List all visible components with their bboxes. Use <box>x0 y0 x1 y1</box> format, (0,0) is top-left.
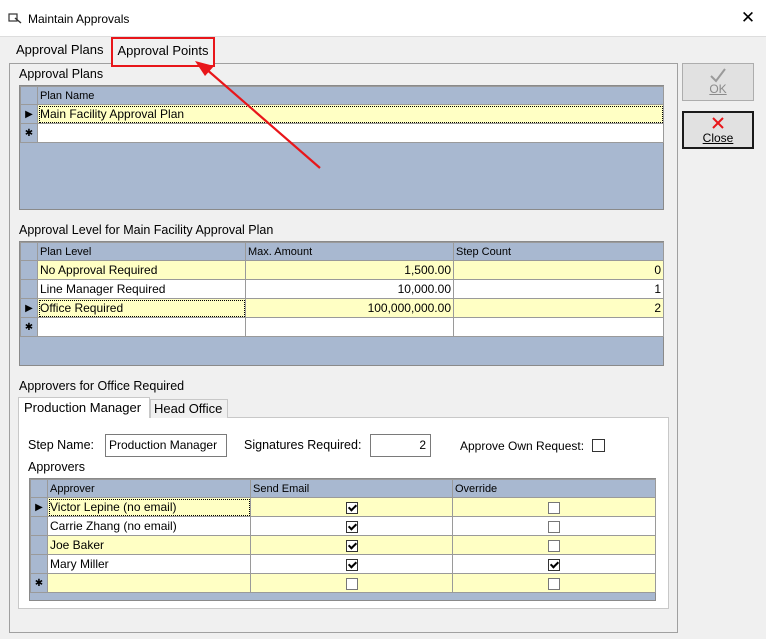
annotation-arrow-icon <box>195 61 321 169</box>
